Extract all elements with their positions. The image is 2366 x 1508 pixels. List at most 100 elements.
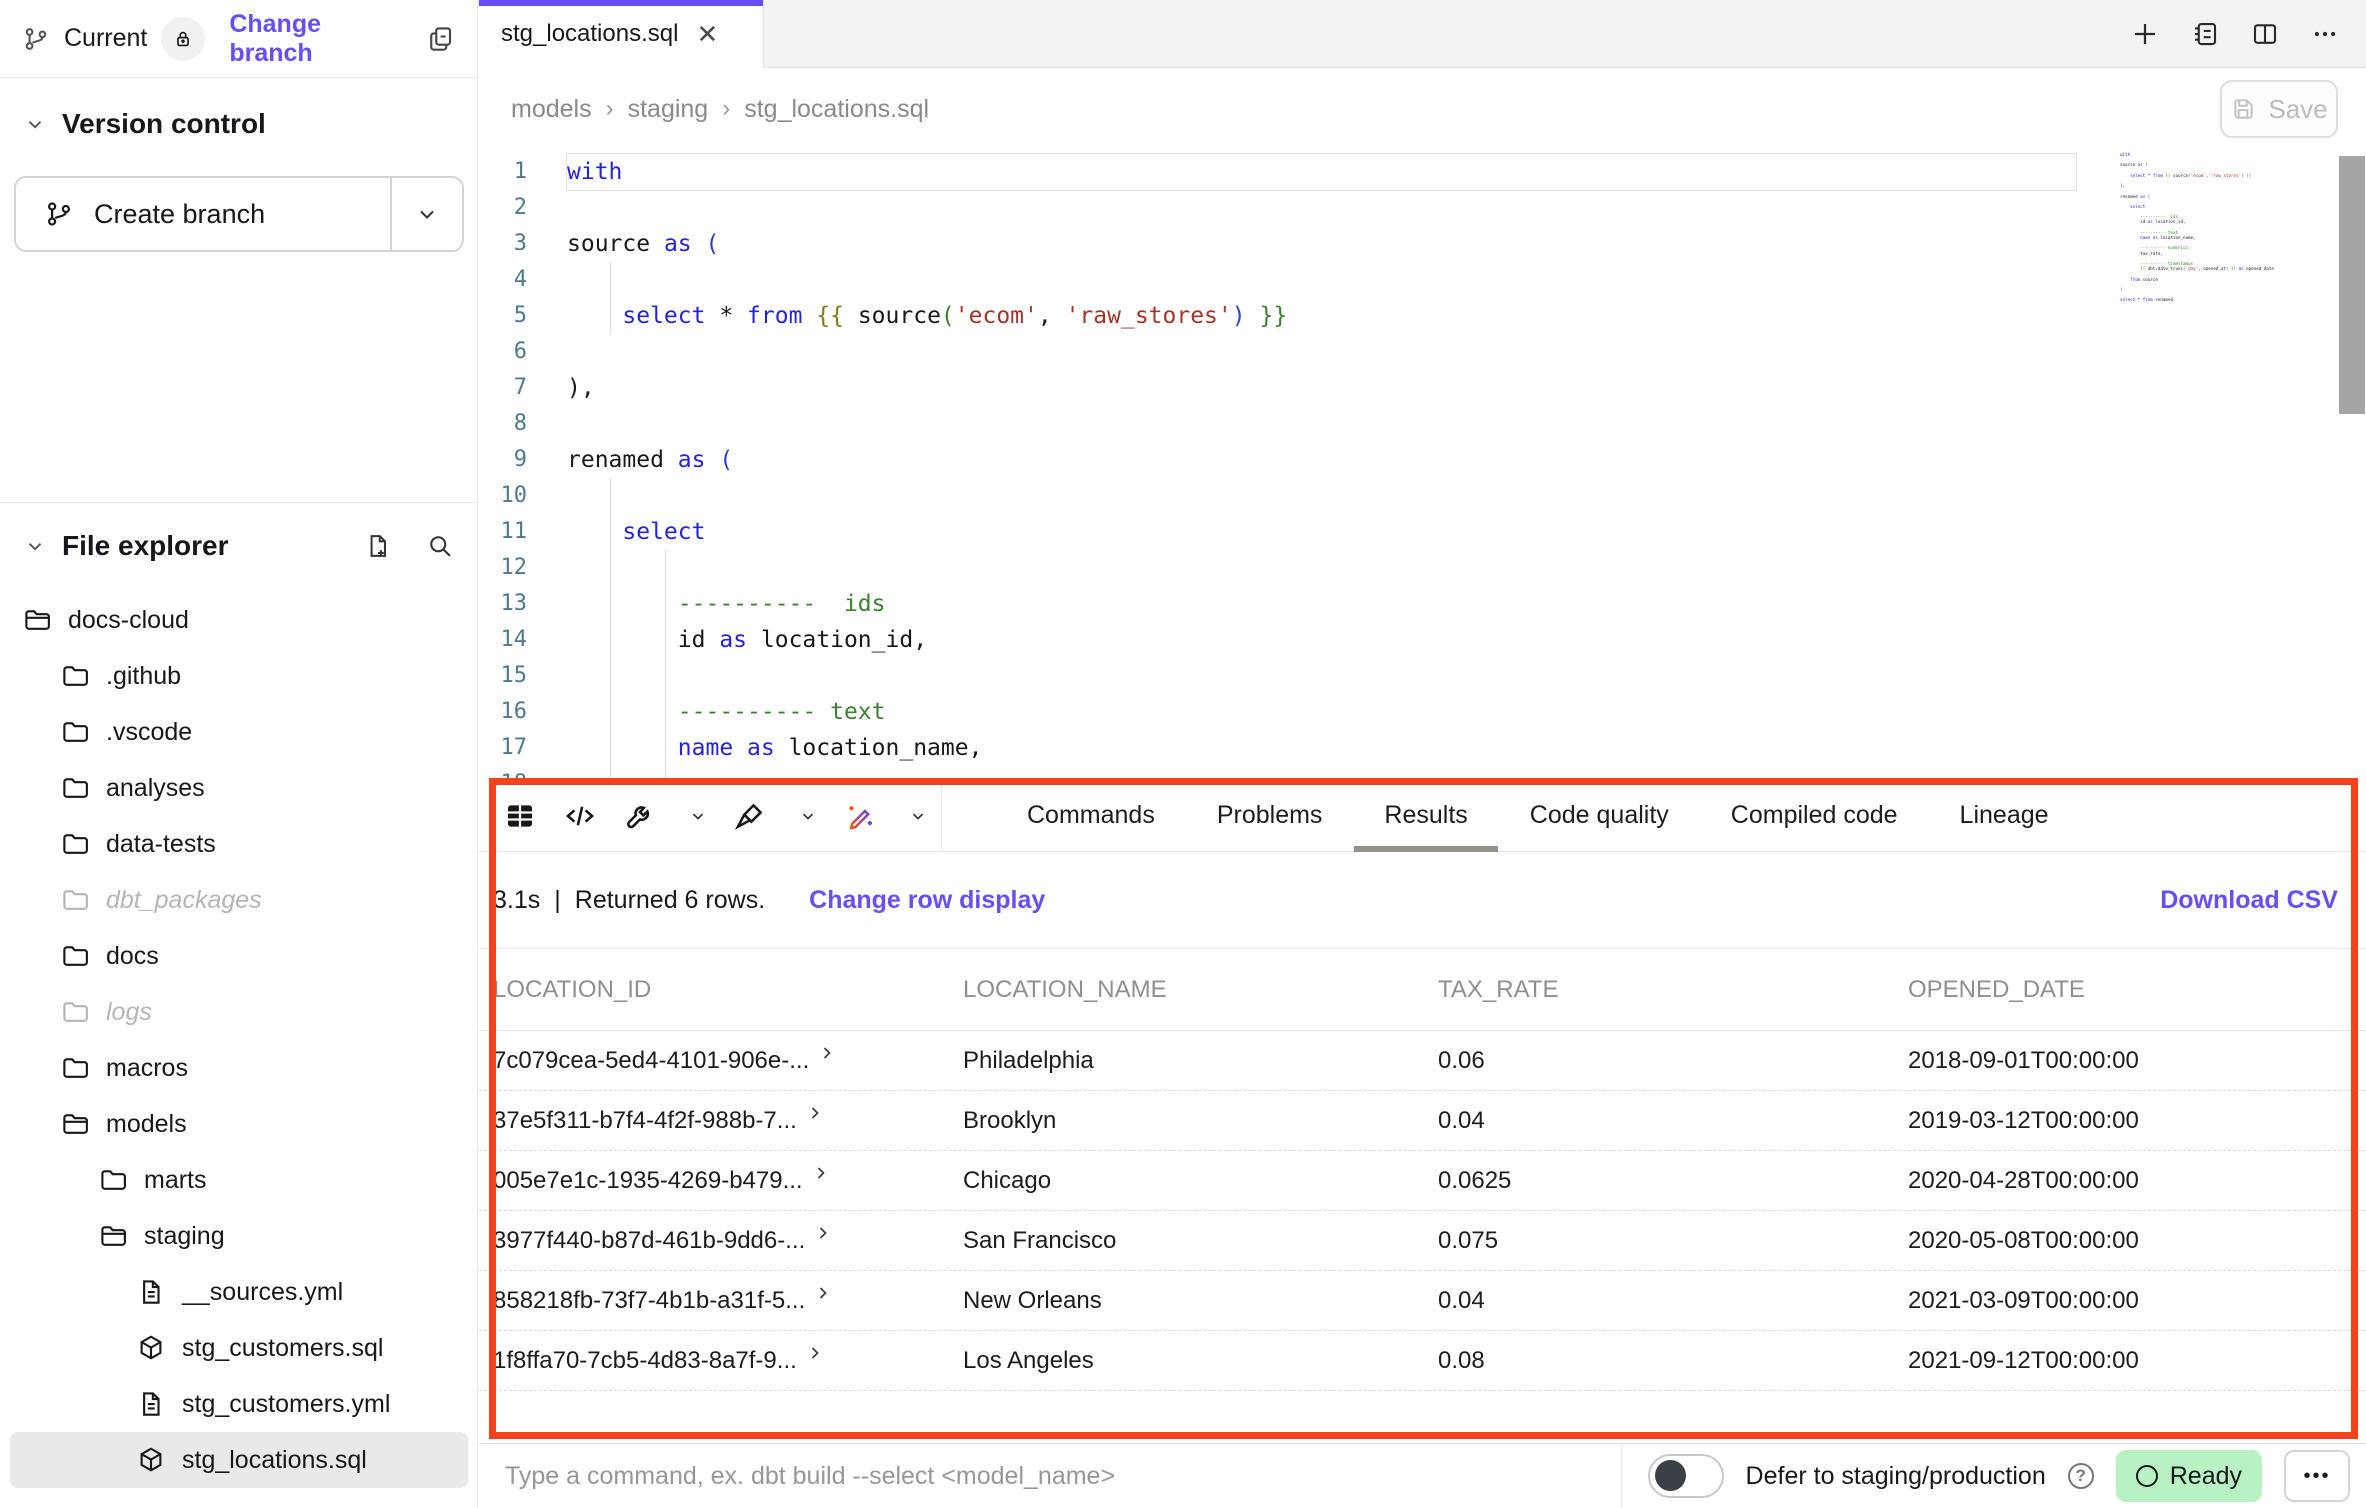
code-line: 11 select [479, 514, 2366, 550]
build-chevron-down-icon[interactable] [689, 807, 707, 825]
table-header-row: LOCATION_IDLOCATION_NAMETAX_RATEOPENED_D… [479, 949, 2366, 1031]
tree-item-label: docs-cloud [68, 606, 189, 635]
tree-item-.vscode[interactable]: .vscode [0, 704, 478, 760]
model-icon [136, 1445, 166, 1475]
tree-item-stg_customers.sql[interactable]: stg_customers.sql [0, 1320, 478, 1376]
change-branch-link[interactable]: Change branch [229, 10, 411, 68]
tab-close-icon[interactable]: ✕ [696, 21, 718, 47]
tree-item-stg_locations.sql[interactable]: stg_locations.sql [10, 1432, 468, 1488]
results-panel: Commands Problems Results Code quality Compi… [479, 780, 2366, 1443]
download-csv-link[interactable]: Download CSV [2160, 886, 2338, 915]
table-row: 005e7e1c-1935-4269-b479...Chicago0.06252… [479, 1151, 2366, 1211]
cell-location-id: 37e5f311-b7f4-4f2f-988b-7... [493, 1107, 963, 1135]
editor-scrollbar[interactable] [2339, 156, 2365, 414]
save-button[interactable]: Save [2220, 80, 2338, 138]
expand-row-chevron-icon[interactable] [811, 1163, 831, 1183]
chevron-right-icon: › [722, 95, 730, 123]
tree-item-.github[interactable]: .github [0, 648, 478, 704]
cell-opened_date: 2019-03-12T00:00:00 [1908, 1107, 2366, 1135]
folder-open-icon [98, 1221, 128, 1251]
help-icon[interactable]: ? [2068, 1463, 2094, 1489]
tree-item-data-tests[interactable]: data-tests [0, 816, 478, 872]
tree-item-label: .github [106, 662, 181, 691]
ready-status-button[interactable]: Ready [2116, 1450, 2262, 1502]
tree-item-__sources.yml[interactable]: __sources.yml [0, 1264, 478, 1320]
preview-table-icon[interactable] [503, 799, 537, 833]
tree-item-staging[interactable]: staging [0, 1208, 478, 1264]
new-tab-plus-icon[interactable] [2130, 19, 2160, 49]
code-line: 16 ---------- text [479, 694, 2366, 730]
breadcrumb-item-staging[interactable]: staging [628, 95, 709, 124]
panel-tab-results[interactable]: Results [1384, 780, 1467, 852]
tree-item-stg_customers.yml[interactable]: stg_customers.yml [0, 1376, 478, 1432]
minimap-line: select * from renamed [2120, 297, 2320, 302]
code-line: 1with [479, 154, 2366, 190]
code-line: 3source as ( [479, 226, 2366, 262]
version-control-header[interactable]: Version control [0, 78, 477, 148]
tree-item-dbt_packages[interactable]: dbt_packages [0, 872, 478, 928]
tree-item-docs-cloud[interactable]: docs-cloud [0, 592, 478, 648]
more-options-icon[interactable] [2310, 19, 2340, 49]
compile-code-icon[interactable] [563, 799, 597, 833]
command-more-button[interactable]: ••• [2284, 1450, 2350, 1502]
create-branch-button[interactable]: Create branch [14, 176, 464, 252]
ai-chevron-down-icon[interactable] [909, 807, 927, 825]
tree-item-label: __sources.yml [182, 1278, 343, 1307]
split-editor-icon[interactable] [2250, 19, 2280, 49]
breadcrumb-item-models[interactable]: models [511, 95, 592, 124]
panel-tab-lineage[interactable]: Lineage [1960, 780, 2049, 852]
search-icon[interactable] [426, 532, 454, 560]
column-header-opened_date: OPENED_DATE [1908, 976, 2366, 1004]
create-branch-dropdown[interactable] [390, 178, 462, 250]
editor-tab-active[interactable]: stg_locations.sql ✕ [479, 0, 764, 68]
expand-row-chevron-icon[interactable] [813, 1283, 833, 1303]
command-input[interactable] [479, 1444, 1621, 1508]
cell-opened_date: 2018-09-01T00:00:00 [1908, 1047, 2366, 1075]
changelog-icon[interactable] [2190, 19, 2220, 49]
panel-tab-code-quality[interactable]: Code quality [1530, 780, 1669, 852]
table-row: 858218fb-73f7-4b1b-a31f-5...New Orleans0… [479, 1271, 2366, 1331]
new-file-button[interactable] [364, 532, 392, 560]
create-branch-main[interactable]: Create branch [16, 178, 390, 250]
copy-branch-button[interactable] [425, 24, 455, 54]
table-row: 3977f440-b87d-461b-9dd6-...San Francisco… [479, 1211, 2366, 1271]
format-broom-icon[interactable] [733, 799, 767, 833]
branch-icon [44, 199, 74, 229]
folder-open-icon [22, 605, 52, 635]
folder-open-icon [60, 1109, 90, 1139]
cell-location_name: Brooklyn [963, 1107, 1438, 1135]
cell-location-id: 3977f440-b87d-461b-9dd6-... [493, 1227, 963, 1255]
cell-location-id: 005e7e1c-1935-4269-b479... [493, 1167, 963, 1195]
tree-item-label: staging [144, 1222, 225, 1251]
tree-item-macros[interactable]: macros [0, 1040, 478, 1096]
tree-item-marts[interactable]: marts [0, 1152, 478, 1208]
tree-item-models[interactable]: models [0, 1096, 478, 1152]
panel-tabs: Commands Problems Results Code quality Compi… [1027, 780, 2049, 852]
build-wrench-icon[interactable] [623, 799, 657, 833]
expand-row-chevron-icon[interactable] [813, 1223, 833, 1243]
breadcrumb-item-file[interactable]: stg_locations.sql [744, 95, 929, 124]
defer-toggle[interactable] [1648, 1454, 1724, 1498]
editor-minimap[interactable]: with source as ( select * from {{ source… [2120, 152, 2320, 302]
tree-item-label: marts [144, 1166, 207, 1195]
folder-icon [60, 717, 90, 747]
cell-location_name: Los Angeles [963, 1347, 1438, 1375]
panel-tab-compiled-code[interactable]: Compiled code [1731, 780, 1898, 852]
tree-item-analyses[interactable]: analyses [0, 760, 478, 816]
expand-row-chevron-icon[interactable] [805, 1343, 825, 1363]
expand-row-chevron-icon[interactable] [805, 1103, 825, 1123]
file-explorer-header[interactable]: File explorer [0, 512, 478, 580]
change-row-display-link[interactable]: Change row display [809, 886, 1045, 915]
ai-fix-wand-icon[interactable] [843, 799, 877, 833]
tree-item-logs[interactable]: logs [0, 984, 478, 1040]
tree-item-docs[interactable]: docs [0, 928, 478, 984]
cell-location-id: 858218fb-73f7-4b1b-a31f-5... [493, 1287, 963, 1315]
dbt-cloud-ide: Current Change branch Version control [0, 0, 2366, 1508]
code-editor[interactable]: 1with2 3source as (4 5 select * from {{ … [479, 150, 2366, 780]
expand-row-chevron-icon[interactable] [817, 1043, 837, 1063]
panel-tab-problems[interactable]: Problems [1217, 780, 1323, 852]
panel-tab-commands[interactable]: Commands [1027, 780, 1155, 852]
code-line: 18 [479, 766, 2366, 780]
format-chevron-down-icon[interactable] [799, 807, 817, 825]
table-row: 1f8ffa70-7cb5-4d83-8a7f-9...Los Angeles0… [479, 1331, 2366, 1391]
